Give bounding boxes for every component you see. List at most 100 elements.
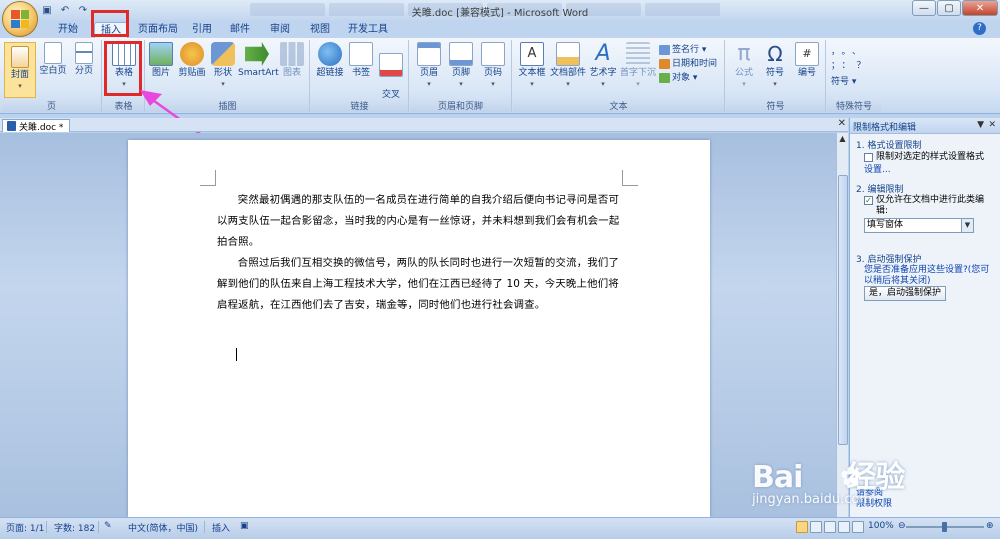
- equation-button[interactable]: π 公式 ▾: [730, 42, 758, 90]
- insert-mode[interactable]: 插入: [212, 521, 230, 534]
- group-symbols: π 公式 ▾ Ω 符号 ▾ # 编号 符号: [726, 40, 826, 112]
- page-number-icon: [481, 42, 505, 66]
- hyperlink-button[interactable]: 超链接: [315, 42, 345, 79]
- edit-type-select[interactable]: 填写窗体 ▼: [864, 218, 974, 233]
- cross-reference-icon: [379, 53, 403, 77]
- header-icon: [417, 42, 441, 66]
- window-controls: — ▢ ✕: [912, 0, 998, 16]
- zoom-slider-knob[interactable]: [942, 522, 947, 532]
- group-links: 超链接 书签 交叉 引用 链接: [311, 40, 409, 112]
- special-chars-row1[interactable]: ，。、: [831, 46, 867, 58]
- tab-review[interactable]: 审阅: [264, 22, 296, 38]
- special-chars-row2[interactable]: ；：？: [831, 60, 872, 72]
- tab-home[interactable]: 开始: [52, 22, 84, 38]
- object-button[interactable]: 对象 ▾: [659, 72, 697, 84]
- chart-icon: [280, 42, 304, 66]
- tab-page-layout[interactable]: 页面布局: [132, 22, 184, 38]
- group-text: A 文本框 ▾ 文档部件 ▾ A 艺术字 ▾ 首字下沉 ▾ 签名行 ▾ 日期和时间 对象…: [513, 40, 725, 112]
- smartart-icon: [245, 42, 269, 66]
- group-pages: 封面 ▾ 空白页 分页 页: [2, 40, 102, 112]
- shapes-icon: [211, 42, 235, 66]
- footer-button[interactable]: 页脚 ▾: [446, 42, 476, 90]
- page-break-button[interactable]: 分页: [70, 42, 98, 77]
- document-tab-bar: 关雎.doc * ✕: [0, 118, 848, 133]
- chart-button[interactable]: 图表: [278, 42, 306, 79]
- zoom-level[interactable]: 100%: [868, 521, 894, 531]
- word-doc-icon: [7, 121, 16, 131]
- help-icon[interactable]: ?: [973, 22, 986, 35]
- zoom-in-icon[interactable]: ⊕: [986, 521, 994, 531]
- page-count[interactable]: 页面: 1/1: [6, 521, 44, 534]
- chevron-down-icon: ▼: [961, 219, 973, 232]
- tab-view[interactable]: 视图: [304, 22, 336, 38]
- format-settings-link[interactable]: 设置...: [864, 165, 891, 176]
- full-screen-view-icon[interactable]: [810, 521, 822, 533]
- textbox-icon: A: [520, 42, 544, 66]
- date-time-button[interactable]: 日期和时间: [659, 58, 717, 70]
- close-button[interactable]: ✕: [962, 0, 998, 16]
- tab-developer[interactable]: 开发工具: [342, 22, 394, 38]
- cover-page-button[interactable]: 封面 ▾: [4, 42, 36, 98]
- proofing-icon[interactable]: ✎: [104, 521, 112, 531]
- tab-references[interactable]: 引用: [186, 22, 218, 38]
- format-restriction-checkbox[interactable]: [864, 153, 873, 162]
- textbox-button[interactable]: A 文本框 ▾: [517, 42, 547, 90]
- paragraph-1[interactable]: 突然最初偶遇的那支队伍的一名成员在进行简单的自我介绍后便向书记寻问是否可以两支队…: [217, 190, 622, 253]
- page-break-icon: [75, 42, 93, 64]
- symbol-button[interactable]: Ω 符号 ▾: [760, 42, 790, 90]
- edit-restriction-checkbox[interactable]: ✓: [864, 196, 873, 205]
- pane-menu-icon[interactable]: ▼: [977, 120, 984, 130]
- scroll-thumb[interactable]: [838, 175, 848, 445]
- status-divider: [46, 521, 47, 533]
- draft-view-icon[interactable]: [852, 521, 864, 533]
- title-bar: ▣ ↶ ↷ 关雎.doc [兼容模式] - Microsoft Word — ▢…: [0, 0, 1000, 20]
- language-indicator[interactable]: 中文(简体，中国): [128, 521, 198, 534]
- smartart-button[interactable]: SmartArt: [238, 42, 279, 79]
- signature-line-button[interactable]: 签名行 ▾: [659, 44, 706, 56]
- clipart-icon: [180, 42, 204, 66]
- document-page[interactable]: 突然最初偶遇的那支队伍的一名成员在进行简单的自我介绍后便向书记寻问是否可以两支队…: [128, 140, 710, 517]
- paragraph-2[interactable]: 合照过后我们互相交换的微信号，两队的队长同时也进行一次短暂的交流，我们了解到他们…: [217, 253, 622, 316]
- drop-cap-button[interactable]: 首字下沉 ▾: [619, 42, 657, 90]
- status-bar: 页面: 1/1 字数: 182 ✎ 中文(简体，中国) 插入 ▣ 100% ⊖ …: [0, 517, 1000, 539]
- format-restriction-label: 限制对选定的样式设置格式: [876, 152, 985, 162]
- baidu-paw-icon: ✿: [840, 462, 862, 492]
- close-document-icon[interactable]: ✕: [838, 118, 846, 129]
- scroll-up-icon[interactable]: ▲: [837, 133, 848, 144]
- wordart-button[interactable]: A 艺术字 ▾: [589, 42, 617, 90]
- group-label-text: 文本: [513, 99, 724, 112]
- maximize-button[interactable]: ▢: [937, 0, 961, 16]
- group-label-tables: 表格: [103, 99, 144, 112]
- outline-view-icon[interactable]: [838, 521, 850, 533]
- bookmark-button[interactable]: 书签: [349, 42, 373, 79]
- picture-button[interactable]: 图片: [148, 42, 174, 79]
- blank-page-button[interactable]: 空白页: [38, 42, 68, 77]
- pane-title: 限制格式和编辑: [853, 123, 917, 133]
- group-special-symbols: ，。、 ；：？ 符号 ▾ 特殊符号: [827, 40, 881, 112]
- web-layout-view-icon[interactable]: [824, 521, 836, 533]
- print-layout-view-icon[interactable]: [796, 521, 808, 533]
- office-button[interactable]: [2, 1, 38, 37]
- start-protection-button[interactable]: 是，启动强制保护: [864, 286, 946, 301]
- status-divider: [98, 521, 99, 533]
- macro-record-icon[interactable]: ▣: [240, 521, 249, 531]
- zoom-out-icon[interactable]: ⊖: [898, 521, 906, 531]
- word-count[interactable]: 字数: 182: [54, 521, 95, 534]
- shapes-button[interactable]: 形状 ▾: [210, 42, 236, 90]
- numbering-button[interactable]: # 编号: [792, 42, 822, 79]
- status-divider: [204, 521, 205, 533]
- document-body[interactable]: 突然最初偶遇的那支队伍的一名成员在进行简单的自我介绍后便向书记寻问是否可以两支队…: [217, 190, 622, 316]
- page-number-button[interactable]: 页码 ▾: [478, 42, 508, 90]
- clipart-button[interactable]: 剪贴画: [176, 42, 208, 79]
- group-label-special-symbols: 特殊符号: [827, 99, 881, 112]
- header-button[interactable]: 页眉 ▾: [414, 42, 444, 90]
- section-format-heading: 1. 格式设置限制: [856, 141, 922, 151]
- ribbon-tab-row: 开始 插入 页面布局 引用 邮件 审阅 视图 开发工具: [0, 20, 1000, 38]
- tab-mailings[interactable]: 邮件: [224, 22, 256, 38]
- more-symbols-button[interactable]: 符号 ▾: [831, 76, 856, 88]
- pane-close-icon[interactable]: ✕: [988, 120, 996, 130]
- document-tab[interactable]: 关雎.doc *: [2, 119, 71, 133]
- minimize-button[interactable]: —: [912, 0, 936, 16]
- quick-parts-button[interactable]: 文档部件 ▾: [549, 42, 587, 90]
- text-cursor: [236, 348, 237, 361]
